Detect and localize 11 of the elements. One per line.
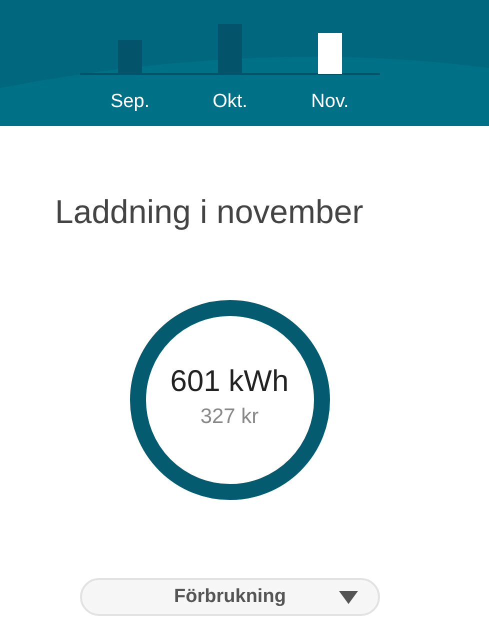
consumption-dropdown[interactable]: Förbrukning: [80, 578, 380, 616]
energy-value: 601 kWh: [170, 364, 289, 400]
section-title: Laddning i november: [55, 192, 364, 232]
month-bar[interactable]: [218, 24, 242, 74]
month-label[interactable]: Sep.: [110, 90, 150, 114]
cost-value: 327 kr: [200, 404, 259, 430]
month-bar[interactable]: [318, 33, 342, 74]
month-label[interactable]: Nov.: [311, 90, 349, 114]
month-label[interactable]: Okt.: [212, 90, 248, 114]
caret-icon: [339, 591, 358, 604]
month-bar[interactable]: [118, 40, 142, 74]
